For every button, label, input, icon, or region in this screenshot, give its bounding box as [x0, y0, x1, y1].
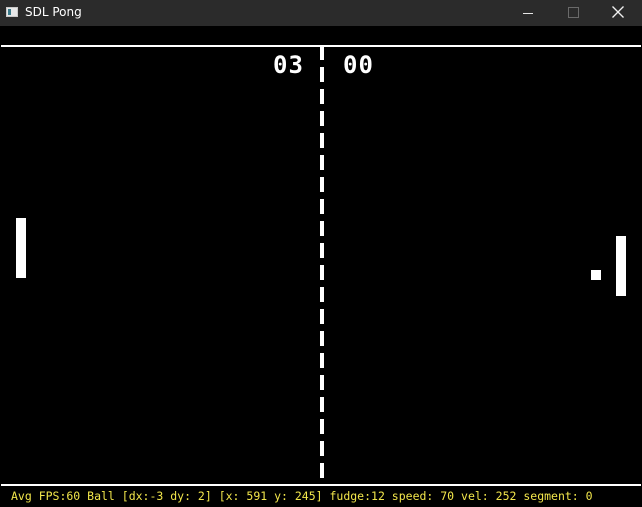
close-button[interactable]: [596, 0, 642, 26]
center-net-dash: [320, 397, 324, 412]
title-bar[interactable]: SDL Pong: [0, 0, 642, 26]
center-net-dash: [320, 331, 324, 346]
debug-status-text: Avg FPS:60 Ball [dx:-3 dy: 2] [x: 591 y:…: [11, 489, 593, 503]
center-net-dash: [320, 45, 324, 60]
center-net-dash: [320, 441, 324, 456]
center-net-dash: [320, 111, 324, 126]
center-net-dash: [320, 463, 324, 478]
center-net-dash: [320, 287, 324, 302]
app-window-icon: [6, 7, 18, 17]
maximize-button[interactable]: [550, 0, 596, 26]
right-paddle: [616, 236, 626, 296]
center-net-dash: [320, 309, 324, 324]
center-net: [320, 45, 324, 484]
center-net-dash: [320, 353, 324, 368]
center-net-dash: [320, 221, 324, 236]
center-net-dash: [320, 265, 324, 280]
ball: [591, 270, 601, 280]
center-net-dash: [320, 375, 324, 390]
bottom-wall: [1, 484, 641, 486]
minimize-button[interactable]: [504, 0, 550, 26]
window-title: SDL Pong: [25, 5, 82, 19]
center-net-dash: [320, 243, 324, 258]
center-net-dash: [320, 177, 324, 192]
center-net-dash: [320, 199, 324, 214]
debug-status-bar: Avg FPS:60 Ball [dx:-3 dy: 2] [x: 591 y:…: [1, 487, 641, 506]
close-icon: [612, 6, 624, 18]
left-player-score: 03: [273, 51, 304, 79]
minimize-icon: [523, 13, 533, 14]
center-net-dash: [320, 155, 324, 170]
right-player-score: 00: [343, 51, 374, 79]
left-paddle: [16, 218, 26, 278]
maximize-icon: [568, 7, 579, 18]
game-playfield[interactable]: 03 00: [1, 26, 641, 486]
center-net-dash: [320, 67, 324, 82]
center-net-dash: [320, 89, 324, 104]
center-net-dash: [320, 419, 324, 434]
game-window: SDL Pong 03 00 Avg FPS:60 Ball [dx:-3 dy…: [0, 0, 642, 507]
center-net-dash: [320, 133, 324, 148]
